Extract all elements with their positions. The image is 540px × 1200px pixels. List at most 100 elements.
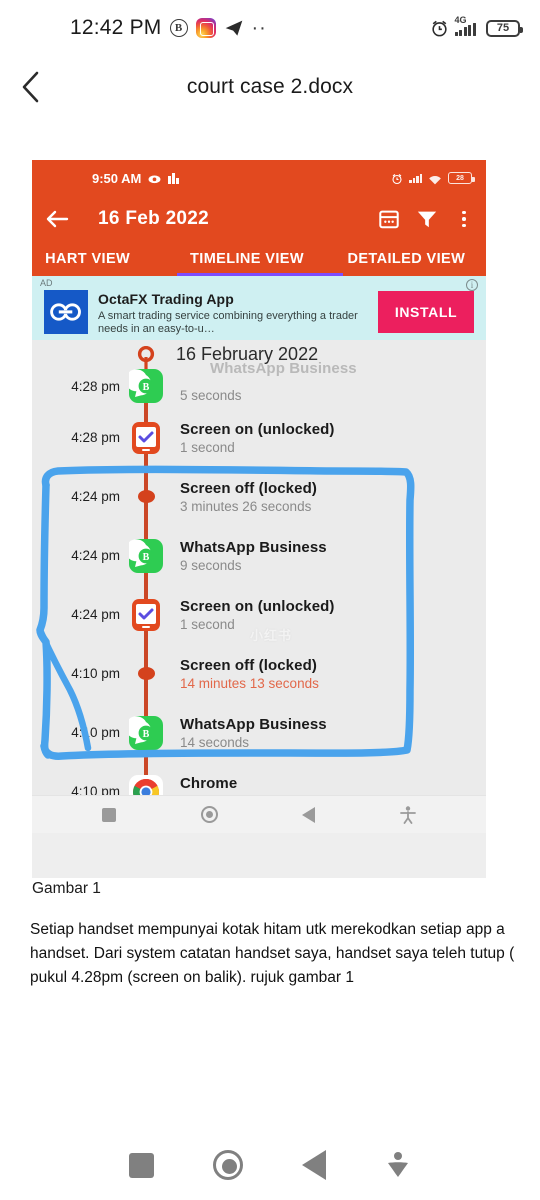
list-item-duration: 5 seconds [180, 388, 242, 403]
back-chevron-icon[interactable] [0, 56, 60, 118]
list-item-duration: 1 second [180, 439, 235, 455]
list-item-duration: 14 minutes 13 seconds [180, 675, 319, 691]
figure-caption: Gambar 1 [32, 880, 101, 897]
status-bar-clock: 12:42 PM [70, 16, 162, 39]
list-item-duration: 3 minutes 26 seconds [180, 498, 312, 514]
list-item-time: 4:24 pm [71, 489, 120, 504]
list-item-body: Chrome 7 seconds [180, 775, 242, 796]
list-item-title-clipped: WhatsApp Business [210, 360, 357, 377]
list-item-time: 4:10 pm [71, 725, 120, 740]
list-item-duration: 14 seconds [180, 734, 250, 750]
ad-banner[interactable]: AD i OctaFX Trading App A smart trading … [32, 276, 486, 340]
document-viewer-page: 12:42 PM B ·· 4G 75 court case 2.docx 9:… [0, 0, 540, 1200]
list-item[interactable]: 4:28 pm Screen on (unlocked) 1 second [32, 408, 486, 467]
whatsapp-business-icon: B [169, 19, 188, 37]
list-item-body: Screen off (locked) 14 minutes 13 second… [180, 657, 319, 691]
svg-text:B: B [143, 729, 150, 740]
list-item-icon: B [124, 357, 168, 416]
status-bar-right: 4G 75 [430, 15, 523, 38]
list-item-body: Screen off (locked) 3 minutes 26 seconds [180, 480, 317, 514]
home-circle-icon[interactable] [200, 806, 218, 823]
filter-icon[interactable] [416, 208, 438, 230]
tab-chart-view[interactable]: HART VIEW [32, 251, 167, 267]
list-item[interactable]: 4:24 pm Screen off (locked) 3 minutes 26… [32, 467, 486, 526]
more-vertical-icon[interactable] [454, 210, 474, 228]
back-triangle-icon[interactable] [301, 1150, 326, 1180]
calendar-icon[interactable] [378, 208, 400, 230]
list-item-title: Chrome [180, 774, 238, 792]
list-item-body: Screen on (unlocked) 1 second [180, 421, 335, 455]
list-item[interactable]: 4:10 pm Screen off (locked) 14 minutes 1… [32, 644, 486, 703]
tab-timeline-view[interactable]: TIMELINE VIEW [167, 251, 326, 267]
ad-description: A smart trading service combining everyt… [98, 309, 358, 335]
list-item-time: 4:28 pm [71, 430, 120, 445]
list-item-body: WhatsApp Business 9 seconds [180, 539, 327, 573]
list-item-title: WhatsApp Business [180, 538, 327, 556]
list-item[interactable]: 4:10 pm B WhatsApp Business 14 seconds [32, 703, 486, 762]
screenshot-date-title: 16 Feb 2022 [98, 208, 210, 229]
watermark: 小红书 [250, 628, 293, 643]
list-item-time: 4:24 pm [71, 548, 120, 563]
ad-install-button[interactable]: INSTALL [378, 291, 474, 333]
document-header: court case 2.docx [0, 56, 540, 118]
list-item-body: WhatsApp Business WhatsApp Business 5 se… [180, 360, 357, 403]
phone-status-bar: 12:42 PM B ·· 4G 75 [0, 0, 540, 56]
whatsapp-business-icon: B [125, 369, 163, 403]
screenshot-app-bar: 16 Feb 2022 [32, 196, 486, 242]
list-item[interactable]: 4:10 pm Chrome 7 seconds [32, 762, 486, 795]
screenshot-status-bar: 9:50 AM 28 [32, 160, 486, 196]
chrome-icon [129, 774, 163, 795]
list-item-icon [124, 467, 168, 526]
ad-badge: AD [40, 278, 53, 288]
wifi-icon [428, 173, 442, 185]
list-item-title: Screen off (locked) [180, 656, 317, 674]
ad-title: OctaFX Trading App [98, 290, 234, 307]
screen-unlocked-icon [129, 421, 163, 455]
svg-text:B: B [143, 382, 150, 393]
screen-locked-dot-icon [137, 667, 155, 680]
system-nav-bar [0, 1130, 540, 1200]
list-item-icon [124, 762, 168, 795]
status-bar-left: 12:42 PM B ·· [70, 16, 267, 40]
download-person-icon[interactable] [385, 1151, 411, 1179]
embedded-screenshot: 9:50 AM 28 16 Feb 2022 HART VIEW TIMELIN… [32, 160, 486, 878]
list-item-icon [124, 644, 168, 703]
battery-icon: 28 [448, 172, 475, 184]
screenshot-clock: 9:50 AM [92, 170, 142, 186]
list-item-time: 4:10 pm [71, 784, 120, 795]
battery-icon: 75 [486, 19, 523, 37]
list-item[interactable]: 4:24 pm B WhatsApp Business 9 seconds [32, 526, 486, 585]
list-item-title: Screen on (unlocked) [180, 420, 335, 438]
whatsapp-business-icon: B [125, 715, 163, 750]
list-item-time: 4:28 pm [71, 378, 120, 394]
list-item-icon: B [124, 526, 168, 585]
screenshot-status-left: 9:50 AM [92, 171, 179, 186]
octafx-logo [44, 290, 88, 334]
signal-icon [409, 173, 422, 183]
tab-detailed-view[interactable]: DETAILED VIEW [327, 251, 486, 267]
screenshot-tab-bar: HART VIEW TIMELINE VIEW DETAILED VIEW [32, 242, 486, 276]
eye-icon [148, 172, 161, 185]
recents-square-icon[interactable] [129, 1152, 155, 1178]
back-arrow-icon[interactable] [44, 206, 70, 232]
list-item-body: WhatsApp Business 14 seconds [180, 716, 327, 750]
back-triangle-icon[interactable] [302, 806, 316, 823]
info-icon[interactable]: i [466, 279, 478, 291]
svg-text:B: B [143, 552, 150, 563]
list-item[interactable]: 4:28 pm B WhatsApp Business WhatsApp Bus… [32, 360, 486, 408]
list-item-icon [124, 408, 168, 467]
list-item-duration: 9 seconds [180, 557, 242, 573]
recents-square-icon[interactable] [102, 807, 117, 822]
list-item-time: 4:24 pm [71, 607, 120, 622]
alarm-icon [430, 19, 449, 38]
page-title: court case 2.docx [186, 75, 354, 98]
timeline-list[interactable]: 16 February 2022 4:28 pm B WhatsApp Busi… [32, 340, 486, 795]
accessibility-icon[interactable] [399, 805, 416, 824]
screen-locked-dot-icon [137, 490, 155, 503]
alarm-icon [391, 172, 403, 185]
list-item-title: Screen on (unlocked) [180, 597, 335, 615]
home-circle-icon[interactable] [213, 1150, 244, 1180]
ad-text-block: OctaFX Trading App A smart trading servi… [98, 291, 378, 336]
list-item-title: WhatsApp Business [180, 715, 327, 733]
list-item-icon [124, 585, 168, 644]
